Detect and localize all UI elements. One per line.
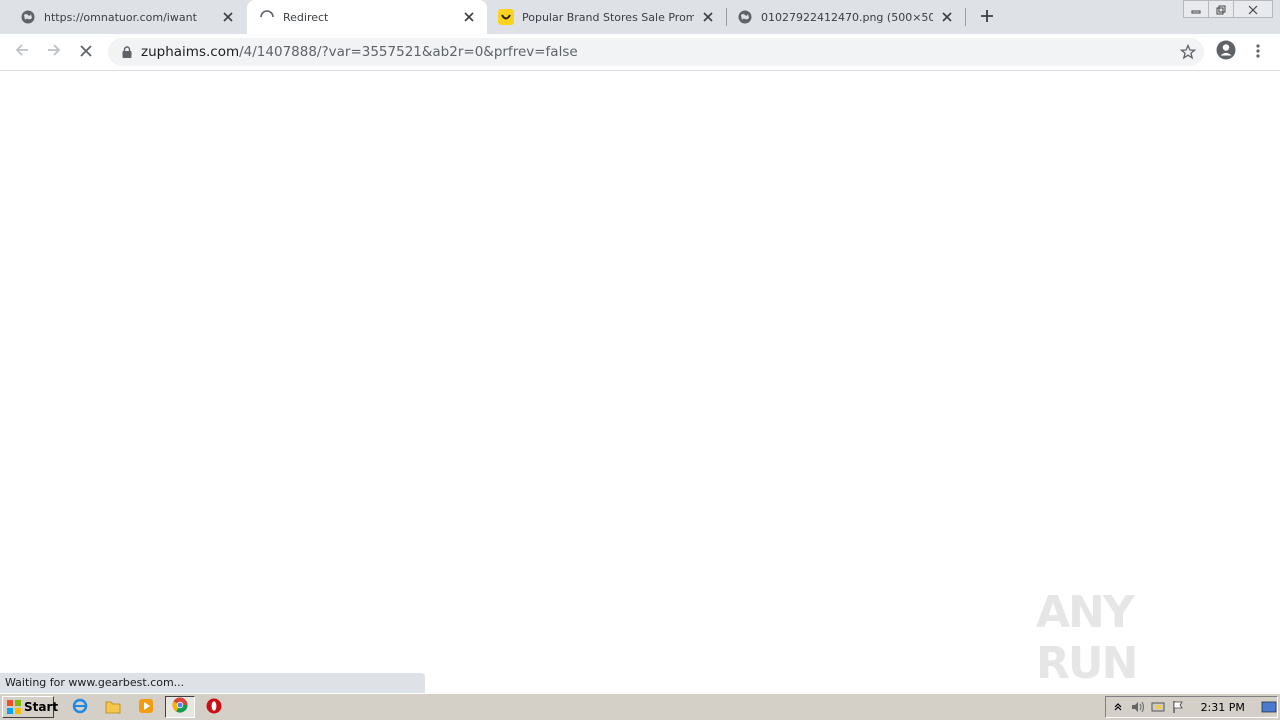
more-vert-icon — [1256, 43, 1260, 62]
close-icon — [1248, 0, 1258, 19]
close-icon[interactable] — [939, 9, 955, 25]
tab-strip: https://omnatuor.com/iwant Redirect Popu… — [0, 0, 1280, 34]
chrome-taskbar-button[interactable] — [165, 696, 195, 718]
browser-toolbar: zuphaims.com/4/1407888/?var=3557521&ab2r… — [0, 34, 1280, 71]
restore-icon — [1216, 0, 1226, 19]
new-tab-button[interactable] — [976, 6, 998, 28]
plus-icon — [980, 8, 994, 27]
tab-title: Popular Brand Stores Sale Promotion — [522, 10, 694, 24]
action-center-flag-icon[interactable] — [1170, 698, 1186, 716]
show-hidden-icons-icon[interactable] — [1110, 698, 1126, 716]
profile-button[interactable] — [1214, 40, 1238, 64]
tab-title: Redirect — [283, 10, 329, 24]
close-icon[interactable] — [461, 9, 477, 25]
close-icon — [79, 43, 93, 62]
tab-separator — [965, 8, 966, 26]
minimize-icon — [1191, 0, 1201, 19]
close-icon[interactable] — [220, 9, 236, 25]
globe-icon — [20, 9, 36, 25]
opera-launcher[interactable] — [204, 698, 224, 718]
url-host: zuphaims.com — [141, 44, 240, 60]
ie-launcher[interactable] — [70, 698, 90, 718]
taskbar: Start 2:31 PM — [0, 693, 1280, 720]
bookmark-star-icon[interactable] — [1179, 43, 1197, 60]
chrome-icon — [172, 697, 188, 717]
back-button[interactable] — [10, 40, 34, 64]
start-label: Start — [24, 700, 59, 714]
network-icon[interactable] — [1150, 698, 1166, 716]
media-player-icon — [138, 698, 154, 718]
smiley-icon — [498, 9, 514, 25]
status-bubble: Waiting for www.gearbest.com... — [0, 673, 425, 693]
opera-icon — [206, 698, 222, 718]
tab-brand-stores[interactable]: Popular Brand Stores Sale Promotion — [488, 0, 726, 34]
loading-spinner-icon — [259, 9, 275, 25]
lock-icon — [120, 45, 134, 59]
url-path: /4/1407888/?var=3557521&ab2r=0&prfrev=fa… — [239, 44, 578, 60]
tab-title: 01027922412470.png (500×500) — [761, 10, 933, 24]
system-tray: 2:31 PM — [1105, 696, 1278, 718]
close-window-button[interactable] — [1233, 0, 1273, 18]
tab-redirect[interactable]: Redirect — [247, 0, 487, 34]
tab-title: https://omnatuor.com/iwant — [44, 10, 197, 24]
minimize-button[interactable] — [1183, 0, 1209, 18]
menu-button[interactable] — [1246, 40, 1270, 64]
internet-explorer-icon — [72, 698, 88, 718]
globe-icon — [737, 9, 753, 25]
forward-button[interactable] — [42, 40, 66, 64]
show-desktop-icon[interactable] — [1261, 698, 1277, 716]
tab-png-image[interactable]: 01027922412470.png (500×500) — [727, 0, 965, 34]
arrow-right-icon — [46, 42, 62, 62]
tab-omnatuor[interactable]: https://omnatuor.com/iwant — [0, 0, 246, 34]
restore-button[interactable] — [1208, 0, 1234, 18]
account-icon — [1216, 40, 1236, 64]
explorer-launcher[interactable] — [103, 698, 123, 718]
arrow-left-icon — [14, 42, 30, 62]
address-url: zuphaims.com/4/1407888/?var=3557521&ab2r… — [141, 44, 578, 60]
volume-icon[interactable] — [1130, 698, 1146, 716]
anyrun-watermark: ANY RUN — [1036, 587, 1236, 689]
close-icon[interactable] — [700, 9, 716, 25]
media-player-launcher[interactable] — [136, 698, 156, 718]
watermark-text: ANY RUN — [1036, 587, 1138, 689]
stop-button[interactable] — [74, 40, 98, 64]
start-button[interactable]: Start — [2, 696, 58, 718]
windows-logo-icon — [6, 699, 22, 715]
address-bar[interactable]: zuphaims.com/4/1407888/?var=3557521&ab2r… — [108, 38, 1204, 66]
taskbar-clock[interactable]: 2:31 PM — [1201, 701, 1245, 714]
folder-icon — [105, 699, 121, 718]
status-text: Waiting for www.gearbest.com... — [5, 676, 185, 689]
